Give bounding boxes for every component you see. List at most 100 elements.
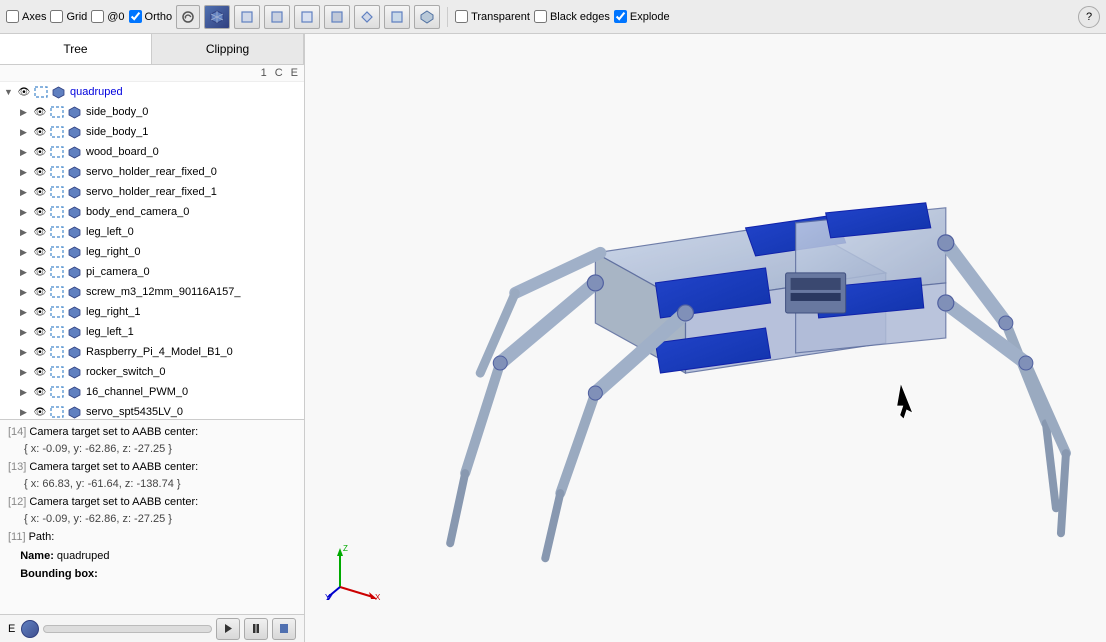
help-button[interactable]: ? bbox=[1078, 6, 1100, 28]
pause-button[interactable] bbox=[244, 618, 268, 640]
ortho-label: Ortho bbox=[145, 11, 173, 23]
visibility-icon[interactable]: 👁 bbox=[32, 125, 48, 139]
visibility-icon[interactable]: 👁 bbox=[32, 385, 48, 399]
visibility-icon[interactable]: 👁 bbox=[32, 325, 48, 339]
visibility-icon[interactable]: 👁 bbox=[32, 405, 48, 419]
at0-checkbox[interactable] bbox=[91, 10, 104, 23]
ortho-checkbox[interactable] bbox=[129, 10, 142, 23]
tree-item-leg_left_0[interactable]: ▶ 👁 leg_left_0 bbox=[0, 222, 304, 242]
view-bottom-button[interactable] bbox=[324, 5, 350, 29]
view-iso2-button[interactable] bbox=[414, 5, 440, 29]
bottom-bar: E bbox=[0, 614, 304, 642]
axes-checkbox[interactable] bbox=[6, 10, 19, 23]
bbox-icon[interactable] bbox=[49, 365, 65, 379]
tree-item-servo_holder_rear_fixed_0[interactable]: ▶ 👁 servo_holder_rear_fixed_0 bbox=[0, 162, 304, 182]
object-icon bbox=[66, 105, 82, 119]
bbox-icon[interactable] bbox=[49, 185, 65, 199]
arrow-icon: ▶ bbox=[20, 367, 32, 378]
bbox-icon[interactable] bbox=[49, 145, 65, 159]
play-button[interactable] bbox=[216, 618, 240, 640]
tree-item-side_body_0[interactable]: ▶ 👁 side_body_0 bbox=[0, 102, 304, 122]
black-edges-checkbox-item[interactable]: Black edges bbox=[534, 10, 610, 23]
tree-item-quadruped[interactable]: ▼ 👁 quadruped bbox=[0, 82, 304, 102]
black-edges-checkbox[interactable] bbox=[534, 10, 547, 23]
visibility-icon[interactable]: 👁 bbox=[32, 225, 48, 239]
arrow-icon: ▶ bbox=[20, 127, 32, 138]
tree-item-side_body_1[interactable]: ▶ 👁 side_body_1 bbox=[0, 122, 304, 142]
item-label: body_end_camera_0 bbox=[86, 206, 189, 218]
visibility-icon[interactable]: 👁 bbox=[32, 145, 48, 159]
visibility-icon[interactable]: 👁 bbox=[32, 185, 48, 199]
ortho-checkbox-item[interactable]: Ortho bbox=[129, 10, 173, 23]
tree-item-leg_left_1[interactable]: ▶ 👁 leg_left_1 bbox=[0, 322, 304, 342]
left-panel: Tree Clipping 1 C E ▼ 👁 bbox=[0, 34, 305, 642]
axes-checkbox-item[interactable]: Axes bbox=[6, 10, 46, 23]
bbox-icon[interactable] bbox=[49, 345, 65, 359]
visibility-icon[interactable]: 👁 bbox=[32, 345, 48, 359]
bbox-icon[interactable] bbox=[49, 325, 65, 339]
explode-checkbox[interactable] bbox=[614, 10, 627, 23]
transparent-label: Transparent bbox=[471, 11, 530, 23]
bbox-icon[interactable] bbox=[49, 245, 65, 259]
view-iso-button[interactable] bbox=[204, 5, 230, 29]
item-icons: 👁 bbox=[32, 145, 82, 159]
at0-checkbox-item[interactable]: @0 bbox=[91, 10, 124, 23]
bbox-icon[interactable] bbox=[49, 285, 65, 299]
object-icon bbox=[66, 325, 82, 339]
col-1-header: 1 bbox=[261, 67, 267, 79]
visibility-icon[interactable]: 👁 bbox=[32, 245, 48, 259]
object-icon bbox=[66, 285, 82, 299]
view-left-button[interactable] bbox=[354, 5, 380, 29]
visibility-icon[interactable]: 👁 bbox=[32, 205, 48, 219]
item-icons: 👁 bbox=[32, 105, 82, 119]
bbox-icon[interactable] bbox=[49, 205, 65, 219]
visibility-icon[interactable]: 👁 bbox=[32, 285, 48, 299]
bbox-icon[interactable] bbox=[49, 265, 65, 279]
view-back-button[interactable] bbox=[264, 5, 290, 29]
log-text: Camera target set to AABB center: bbox=[29, 496, 198, 508]
tree-item-raspberry-pi[interactable]: ▶ 👁 Raspberry_Pi_4_Model_B1_0 bbox=[0, 342, 304, 362]
visibility-icon[interactable]: 👁 bbox=[32, 305, 48, 319]
item-label: pi_camera_0 bbox=[86, 266, 150, 278]
visibility-icon[interactable]: 👁 bbox=[16, 85, 32, 99]
animation-progress[interactable] bbox=[43, 625, 212, 633]
grid-checkbox-item[interactable]: Grid bbox=[50, 10, 87, 23]
visibility-icon[interactable]: 👁 bbox=[32, 265, 48, 279]
arrow-icon: ▶ bbox=[20, 187, 32, 198]
tree-item-leg_right_0[interactable]: ▶ 👁 leg_right_0 bbox=[0, 242, 304, 262]
tree-item-pi_camera_0[interactable]: ▶ 👁 pi_camera_0 bbox=[0, 262, 304, 282]
viewport[interactable]: Z X Y bbox=[305, 34, 1106, 642]
bbox-icon[interactable] bbox=[49, 385, 65, 399]
visibility-icon[interactable]: 👁 bbox=[32, 365, 48, 379]
axes-label: Axes bbox=[22, 11, 46, 23]
transparent-checkbox[interactable] bbox=[455, 10, 468, 23]
tab-tree[interactable]: Tree bbox=[0, 34, 152, 64]
visibility-icon[interactable]: 👁 bbox=[32, 105, 48, 119]
bbox-icon[interactable] bbox=[49, 305, 65, 319]
view-top-button[interactable] bbox=[294, 5, 320, 29]
bbox-icon[interactable] bbox=[33, 85, 49, 99]
stop-button[interactable] bbox=[272, 618, 296, 640]
log-num: [12] bbox=[8, 496, 26, 508]
bbox-icon[interactable] bbox=[49, 125, 65, 139]
tree-item-servo_holder_rear_fixed_1[interactable]: ▶ 👁 servo_holder_rear_fixed_1 bbox=[0, 182, 304, 202]
transparent-checkbox-item[interactable]: Transparent bbox=[455, 10, 530, 23]
grid-checkbox[interactable] bbox=[50, 10, 63, 23]
tree-item-16channel-pwm[interactable]: ▶ 👁 16_channel_PWM_0 bbox=[0, 382, 304, 402]
view-front-button[interactable] bbox=[234, 5, 260, 29]
bbox-icon[interactable] bbox=[49, 165, 65, 179]
visibility-icon[interactable]: 👁 bbox=[32, 165, 48, 179]
tab-clipping[interactable]: Clipping bbox=[152, 34, 304, 64]
tree-item-screw_m3[interactable]: ▶ 👁 screw_m3_12mm_90116A157_ bbox=[0, 282, 304, 302]
bbox-icon[interactable] bbox=[49, 405, 65, 419]
explode-checkbox-item[interactable]: Explode bbox=[614, 10, 670, 23]
bbox-icon[interactable] bbox=[49, 105, 65, 119]
bbox-icon[interactable] bbox=[49, 225, 65, 239]
tree-item-body_end_camera_0[interactable]: ▶ 👁 body_end_camera_0 bbox=[0, 202, 304, 222]
reset-view-button[interactable] bbox=[176, 5, 200, 29]
tree-item-servo_spt5435lv_0[interactable]: ▶ 👁 servo_spt5435LV_0 bbox=[0, 402, 304, 419]
tree-item-leg_right_1[interactable]: ▶ 👁 leg_right_1 bbox=[0, 302, 304, 322]
view-right-button[interactable] bbox=[384, 5, 410, 29]
tree-item-rocker_switch_0[interactable]: ▶ 👁 rocker_switch_0 bbox=[0, 362, 304, 382]
tree-item-wood_board_0[interactable]: ▶ 👁 wood_board_0 bbox=[0, 142, 304, 162]
